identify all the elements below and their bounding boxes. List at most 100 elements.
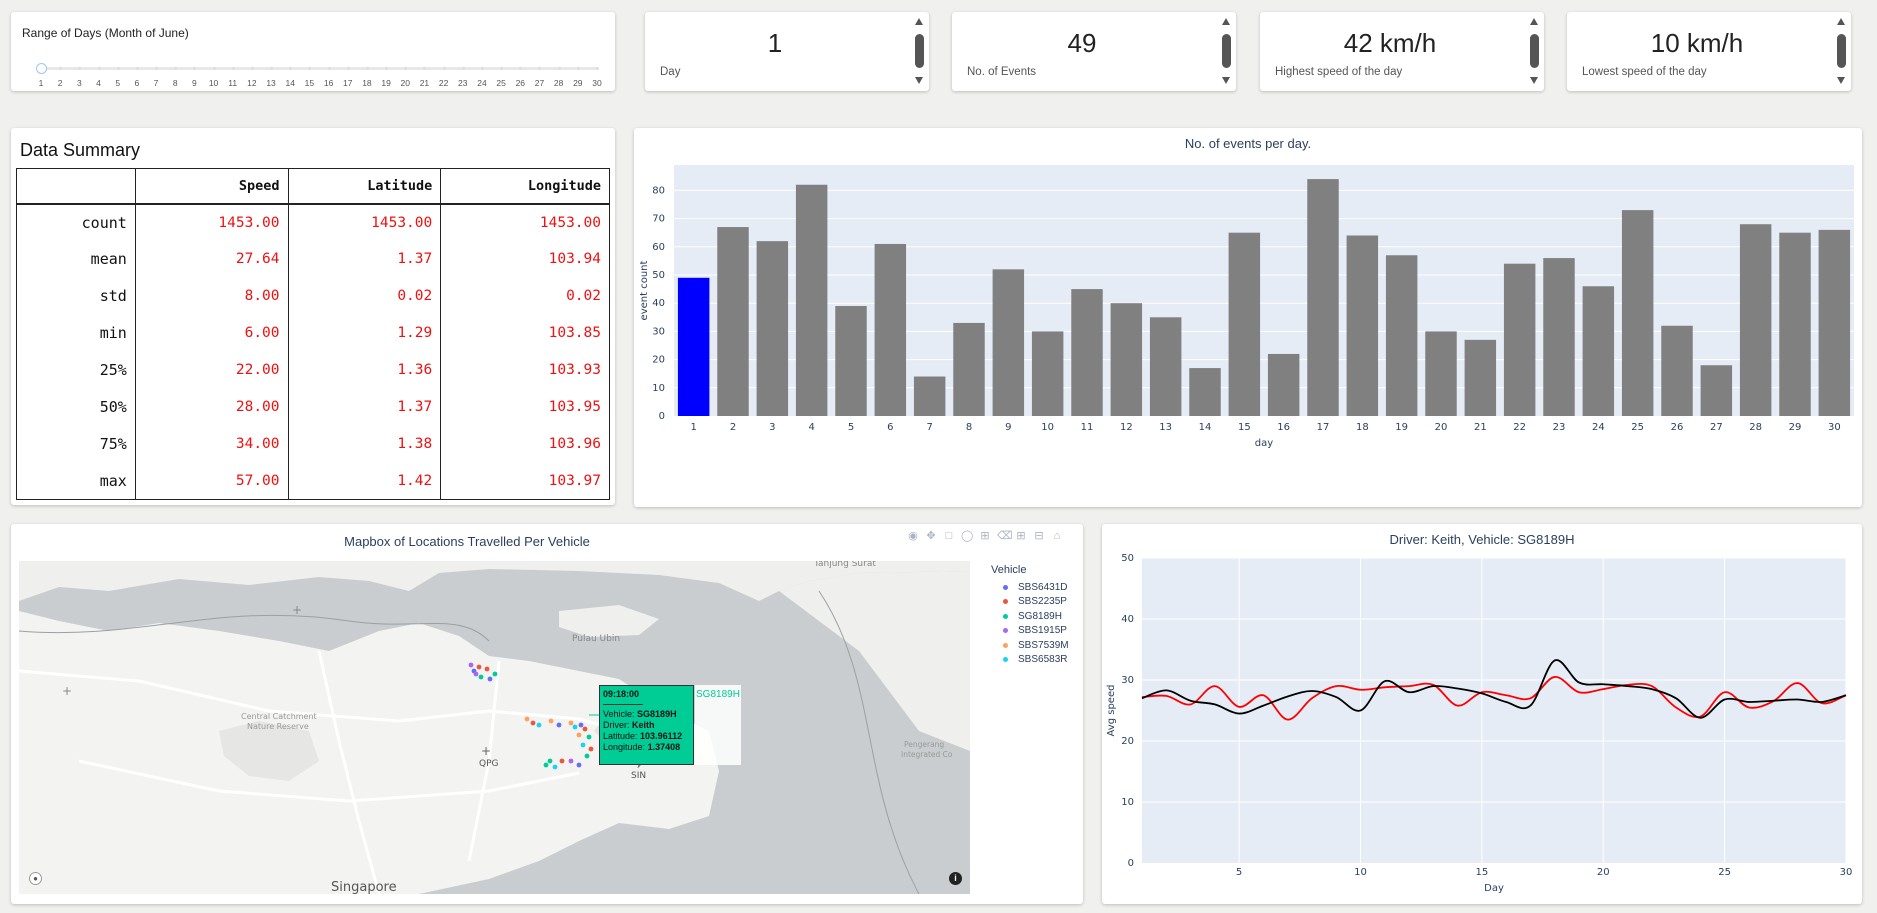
bar[interactable] [913, 376, 946, 416]
scroll-down-arrow-icon[interactable] [1530, 77, 1538, 84]
slider-tick[interactable] [289, 67, 293, 70]
scroll-up-arrow-icon[interactable] [1530, 18, 1538, 25]
vehicle-point[interactable] [586, 734, 592, 740]
slider-tick[interactable] [116, 67, 120, 70]
slider-mark-label[interactable]: 11 [228, 78, 237, 88]
vehicle-point[interactable] [468, 662, 474, 668]
driver-speed-chart[interactable]: 0 10 20 30 40 50 5 10 15 20 25 30 Day Avg speed [1102, 524, 1862, 904]
scroll-thumb[interactable] [915, 34, 924, 68]
slider-handle[interactable] [36, 63, 47, 74]
scroll-up-arrow-icon[interactable] [915, 18, 923, 25]
slider-tick[interactable] [385, 67, 389, 70]
slider-tick[interactable] [423, 67, 427, 70]
bar[interactable] [1307, 179, 1339, 416]
vehicle-point[interactable] [547, 758, 553, 764]
vehicle-point[interactable] [578, 722, 584, 728]
pan-icon[interactable]: ✥ [925, 530, 937, 542]
slider-mark-label[interactable]: 18 [362, 78, 371, 88]
slider-mark-label[interactable]: 3 [77, 78, 82, 88]
bar[interactable] [1818, 229, 1851, 416]
slider-mark-label[interactable]: 4 [96, 78, 101, 88]
vehicle-point[interactable] [548, 718, 554, 724]
zoom-in-icon[interactable]: ⊞ [1015, 530, 1027, 542]
scroll-down-arrow-icon[interactable] [915, 77, 923, 84]
card-scrollbar[interactable] [914, 17, 925, 85]
slider-mark-label[interactable]: 30 [592, 78, 601, 88]
slider-mark-label[interactable]: 8 [173, 78, 178, 88]
info-icon[interactable]: i [949, 872, 962, 885]
bar[interactable] [1149, 317, 1182, 416]
slider-mark-label[interactable]: 23 [458, 78, 467, 88]
slider-tick[interactable] [135, 67, 139, 70]
vehicle-point[interactable] [478, 674, 484, 680]
slider-tick[interactable] [557, 67, 561, 70]
slider-tick[interactable] [480, 67, 484, 70]
slider-mark-label[interactable]: 25 [496, 78, 505, 88]
slider-tick[interactable] [231, 67, 235, 70]
bar[interactable] [1385, 255, 1418, 416]
bar[interactable] [1543, 258, 1575, 416]
slider-mark-label[interactable]: 19 [381, 78, 390, 88]
bar[interactable] [756, 241, 789, 416]
slider-tick[interactable] [346, 67, 350, 70]
box-select-icon[interactable]: □ [943, 530, 955, 542]
legend-item[interactable]: SG8189H [991, 609, 1069, 624]
bar[interactable] [795, 184, 828, 416]
slider-tick[interactable] [576, 67, 580, 70]
slider-mark-label[interactable]: 6 [134, 78, 139, 88]
slider-tick[interactable] [174, 67, 178, 70]
vehicle-point[interactable] [543, 762, 549, 768]
bar[interactable] [835, 306, 867, 416]
scroll-down-arrow-icon[interactable] [1837, 77, 1845, 84]
card-scrollbar[interactable] [1836, 17, 1847, 85]
bar[interactable] [717, 227, 749, 416]
bar[interactable] [1739, 224, 1772, 416]
slider-tick[interactable] [327, 67, 331, 70]
slider-mark-label[interactable]: 16 [324, 78, 333, 88]
slider-mark-label[interactable]: 9 [192, 78, 197, 88]
reset-view-home-icon[interactable]: ⌂ [1051, 530, 1063, 542]
lasso-select-icon[interactable]: ◯ [961, 530, 973, 542]
bar[interactable] [1189, 368, 1221, 416]
bar[interactable] [1621, 210, 1654, 416]
slider-tick[interactable] [500, 67, 504, 70]
events-per-day-chart[interactable]: 010203040506070801 2 3 4 5 6 7 8 9 10 11 12 13 14 15 16… [634, 128, 1862, 507]
bar[interactable] [1228, 232, 1261, 416]
bar[interactable] [874, 243, 907, 416]
mapbox-logo-icon[interactable]: ● [29, 872, 42, 885]
slider-tick[interactable] [461, 67, 465, 70]
vehicle-point[interactable] [576, 762, 582, 768]
clear-selection-icon[interactable]: ⌫ [997, 530, 1013, 542]
bar[interactable] [1071, 289, 1103, 416]
scroll-thumb[interactable] [1222, 34, 1231, 68]
vehicle-point[interactable] [492, 671, 498, 677]
vehicle-point[interactable] [559, 758, 565, 764]
vehicle-point[interactable] [487, 676, 493, 682]
vehicle-point[interactable] [524, 716, 530, 722]
vehicle-point[interactable] [568, 720, 574, 726]
slider-tick[interactable] [538, 67, 542, 70]
bar[interactable] [1267, 353, 1300, 416]
slider-mark-label[interactable]: 13 [266, 78, 275, 88]
vehicle-point[interactable] [476, 664, 482, 670]
slider-mark-label[interactable]: 1 [39, 78, 44, 88]
slider-tick[interactable] [519, 67, 523, 70]
slider-tick[interactable] [78, 67, 82, 70]
scroll-up-arrow-icon[interactable] [1222, 18, 1230, 25]
slider-tick[interactable] [404, 67, 408, 70]
vehicle-point[interactable] [572, 724, 578, 730]
scroll-up-arrow-icon[interactable] [1837, 18, 1845, 25]
slider-mark-label[interactable]: 2 [58, 78, 63, 88]
camera-icon[interactable]: ◉ [907, 530, 919, 542]
bar[interactable] [1779, 232, 1811, 416]
bar[interactable] [1464, 339, 1497, 416]
vehicle-point[interactable] [556, 722, 562, 728]
slider-mark-label[interactable]: 21 [420, 78, 429, 88]
legend-item[interactable]: SBS6431D [991, 580, 1069, 595]
slider-mark-label[interactable]: 27 [535, 78, 544, 88]
scroll-thumb[interactable] [1530, 34, 1539, 68]
slider-mark-label[interactable]: 17 [343, 78, 352, 88]
slider-mark-label[interactable]: 28 [554, 78, 563, 88]
bar[interactable] [1110, 303, 1143, 416]
slider-tick[interactable] [365, 67, 369, 70]
